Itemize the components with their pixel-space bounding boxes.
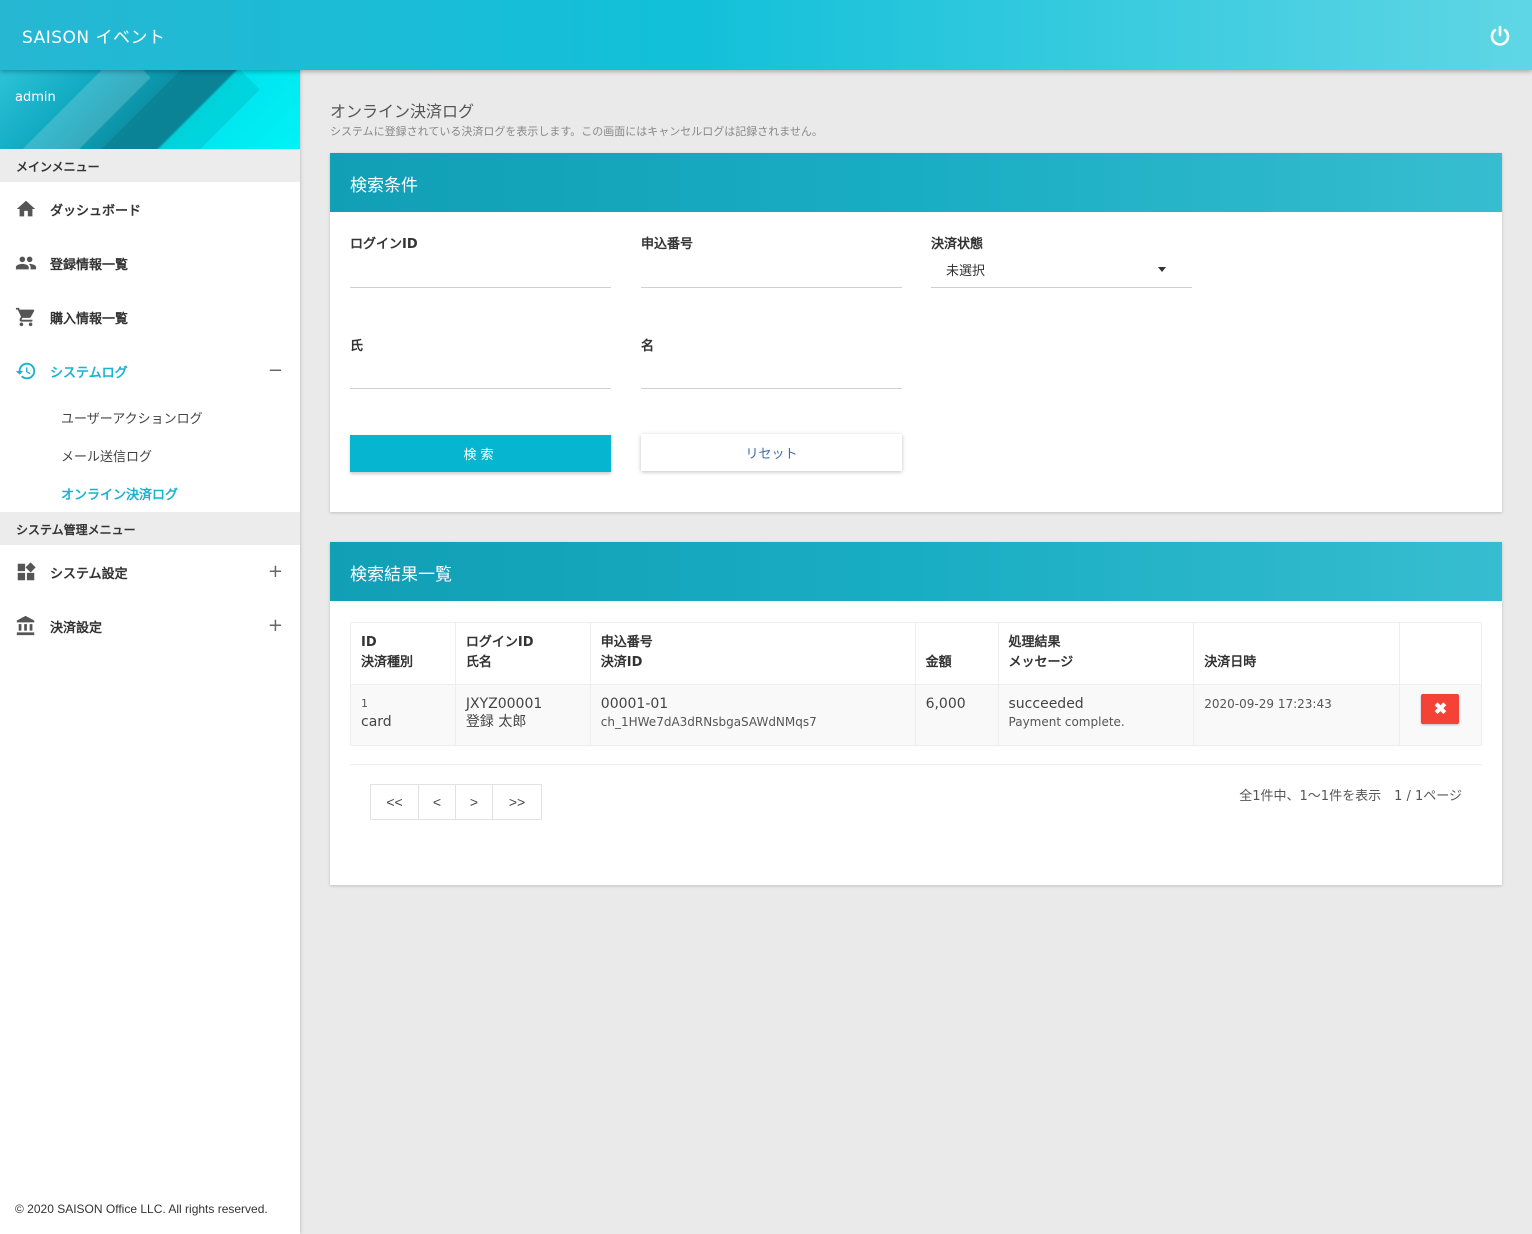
login-id-input[interactable] bbox=[350, 260, 611, 288]
table-header-row: ID 決済種別 ログインID 氏名 申込番号 決済ID 金額 処理結果 メッセージ 決済… bbox=[350, 622, 1483, 685]
login-id-label: ログインID bbox=[350, 237, 418, 252]
column-header: 処理結果 メッセージ bbox=[997, 622, 1195, 685]
pagination: << < > >> bbox=[370, 784, 542, 820]
sidebar: admin メインメニュー ダッシュボード 登録情報一覧 購入情報一覧 システム… bbox=[0, 70, 300, 1234]
user-name: admin bbox=[15, 90, 56, 105]
cell-login: JXYZ00001 登録 太郎 bbox=[454, 684, 591, 746]
delete-button[interactable]: ✖ bbox=[1421, 694, 1460, 724]
search-button[interactable]: 検索 bbox=[350, 435, 611, 472]
expand-icon[interactable]: + bbox=[268, 615, 283, 636]
submenu-mail-log[interactable]: メール送信ログ bbox=[0, 436, 300, 474]
reset-button[interactable]: リセット bbox=[641, 434, 902, 471]
last-page-button[interactable]: >> bbox=[493, 785, 541, 819]
sidebar-item-label: 登録情報一覧 bbox=[50, 257, 129, 273]
sidebar-item-payment-settings[interactable]: 決済設定 + bbox=[0, 599, 300, 653]
search-card: 検索条件 ログインID 申込番号 決済状態 未選択 氏 名 検索 リセット bbox=[330, 153, 1502, 512]
last-name-label: 氏 bbox=[350, 339, 364, 354]
submenu-online-payment-log[interactable]: オンライン決済ログ bbox=[0, 474, 300, 512]
results-card: 検索結果一覧 ID 決済種別 ログインID 氏名 申込番号 決済ID 金額 処理結果メ… bbox=[330, 542, 1502, 885]
prev-page-button[interactable]: < bbox=[419, 785, 456, 819]
power-icon[interactable] bbox=[1488, 24, 1512, 48]
people-icon bbox=[15, 256, 37, 270]
status-label: 決済状態 bbox=[931, 237, 984, 252]
home-icon bbox=[16, 200, 36, 217]
search-card-header: 検索条件 bbox=[330, 153, 1502, 212]
page-title: オンライン決済ログ bbox=[330, 102, 475, 121]
table-row: 1 card JXYZ00001 登録 太郎 00001-01 ch_1HWe7dA3… bbox=[350, 684, 1483, 746]
submenu-user-action-log[interactable]: ユーザーアクションログ bbox=[0, 398, 300, 436]
user-banner: admin bbox=[0, 70, 300, 149]
status-select[interactable]: 未選択 bbox=[931, 252, 1192, 288]
sidebar-item-label: システム設定 bbox=[50, 566, 128, 582]
cell-id: 1 card bbox=[350, 684, 456, 746]
caret-down-icon bbox=[1158, 267, 1166, 272]
column-header: 申込番号 決済ID bbox=[589, 622, 916, 685]
cell-amount: 6,000 bbox=[914, 684, 999, 746]
sidebar-item-label: ダッシュボード bbox=[50, 203, 142, 219]
top-bar: SAISON イベント bbox=[0, 0, 1532, 70]
status-select-value: 未選択 bbox=[946, 264, 986, 279]
apply-no-input[interactable] bbox=[641, 260, 902, 288]
sidebar-item-label: 購入情報一覧 bbox=[50, 311, 129, 327]
divider bbox=[350, 764, 1482, 765]
column-header: ID 決済種別 bbox=[350, 622, 456, 685]
results-table: ID 決済種別 ログインID 氏名 申込番号 決済ID 金額 処理結果 メッセージ 決済… bbox=[350, 622, 1483, 746]
next-page-button[interactable]: > bbox=[456, 785, 493, 819]
results-card-header: 検索結果一覧 bbox=[330, 542, 1502, 601]
cell-actions: ✖ bbox=[1398, 684, 1483, 746]
history-icon bbox=[15, 362, 36, 380]
first-name-input[interactable] bbox=[641, 361, 902, 389]
cell-apply: 00001-01 ch_1HWe7dA3dRNsbgaSAWdNMqs7 bbox=[589, 684, 916, 746]
cart-icon bbox=[15, 307, 35, 327]
apply-no-label: 申込番号 bbox=[641, 237, 694, 252]
expand-icon[interactable]: + bbox=[268, 561, 283, 582]
pagination-info: 全1件中、1〜1件を表示 1 / 1ページ bbox=[1239, 789, 1462, 804]
column-header: 決済日時 bbox=[1193, 622, 1400, 685]
collapse-icon[interactable]: − bbox=[268, 360, 283, 381]
sidebar-item-system-settings[interactable]: システム設定 + bbox=[0, 545, 300, 599]
main-menu-section: メインメニュー bbox=[0, 149, 300, 182]
column-header bbox=[1398, 622, 1483, 685]
sidebar-item-system-log[interactable]: システムログ − bbox=[0, 344, 300, 398]
bank-icon bbox=[16, 615, 35, 636]
sidebar-item-label: 決済設定 bbox=[50, 620, 103, 636]
sidebar-item-dashboard[interactable]: ダッシュボード bbox=[0, 182, 300, 236]
first-name-label: 名 bbox=[641, 339, 655, 354]
app-title: SAISON イベント bbox=[22, 28, 166, 48]
column-header: ログインID 氏名 bbox=[454, 622, 591, 685]
column-header: 金額 bbox=[914, 622, 999, 685]
first-page-button[interactable]: << bbox=[371, 785, 419, 819]
page-description: システムに登録されている決済ログを表示します。この画面にはキャンセルログは記録さ… bbox=[330, 125, 823, 138]
dashboard-icon bbox=[17, 562, 36, 581]
cell-result: succeeded Payment complete. bbox=[997, 684, 1195, 746]
admin-menu-section: システム管理メニュー bbox=[0, 512, 300, 545]
sidebar-item-purchases[interactable]: 購入情報一覧 bbox=[0, 290, 300, 344]
sidebar-item-registrations[interactable]: 登録情報一覧 bbox=[0, 236, 300, 290]
cell-datetime: 2020-09-29 17:23:43 bbox=[1193, 684, 1400, 746]
copyright: © 2020 SAISON Office LLC. All rights res… bbox=[15, 1202, 268, 1216]
last-name-input[interactable] bbox=[350, 361, 611, 389]
sidebar-item-label: システムログ bbox=[50, 365, 128, 381]
